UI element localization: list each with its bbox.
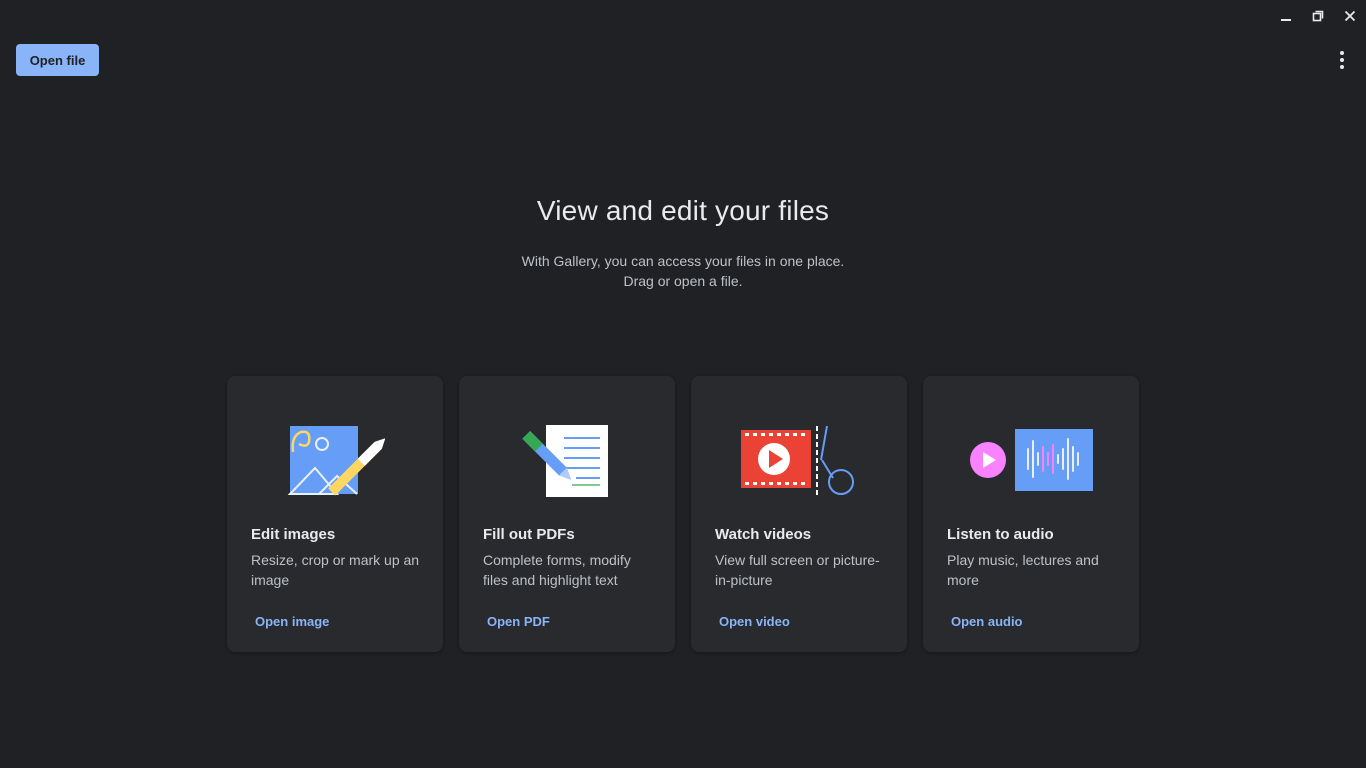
window-controls xyxy=(1270,0,1366,32)
image-edit-icon xyxy=(227,404,443,516)
minimize-icon[interactable] xyxy=(1270,0,1302,32)
card-description: View full screen or picture-in-picture xyxy=(715,552,880,588)
card-title: Edit images xyxy=(251,526,336,543)
open-file-button[interactable]: Open file xyxy=(16,44,99,76)
hero: View and edit your files With Gallery, y… xyxy=(0,195,1366,291)
card-title: Listen to audio xyxy=(947,526,1054,543)
card-listen-audio: Listen to audio Play music, lectures and… xyxy=(923,376,1139,652)
open-pdf-link[interactable]: Open PDF xyxy=(487,614,550,629)
subtitle-line-1: With Gallery, you can access your files … xyxy=(521,253,845,269)
card-fill-pdfs: Fill out PDFs Complete forms, modify fil… xyxy=(459,376,675,652)
page-title: View and edit your files xyxy=(536,195,830,226)
card-description: Complete forms, modify files and highlig… xyxy=(483,552,631,588)
more-vert-icon[interactable] xyxy=(1330,46,1354,74)
page-subtitle: With Gallery, you can access your files … xyxy=(0,251,1366,291)
card-description: Resize, crop or mark up an image xyxy=(251,552,420,588)
subtitle-line-2: Drag or open a file. xyxy=(623,273,743,289)
card-watch-videos: Watch videos View full screen or picture… xyxy=(691,376,907,652)
pdf-edit-icon xyxy=(459,404,675,516)
card-edit-images: Edit images Resize, crop or mark up an i… xyxy=(227,376,443,652)
card-title: Fill out PDFs xyxy=(483,526,575,543)
feature-cards: Edit images Resize, crop or mark up an i… xyxy=(227,376,1139,652)
open-image-link[interactable]: Open image xyxy=(255,614,329,629)
audio-icon xyxy=(923,404,1139,516)
video-icon xyxy=(691,404,907,516)
close-icon[interactable] xyxy=(1334,0,1366,32)
restore-icon[interactable] xyxy=(1302,0,1334,32)
open-video-link[interactable]: Open video xyxy=(719,614,790,629)
card-description: Play music, lectures and more xyxy=(947,552,1099,588)
open-audio-link[interactable]: Open audio xyxy=(951,614,1023,629)
card-title: Watch videos xyxy=(715,526,812,543)
